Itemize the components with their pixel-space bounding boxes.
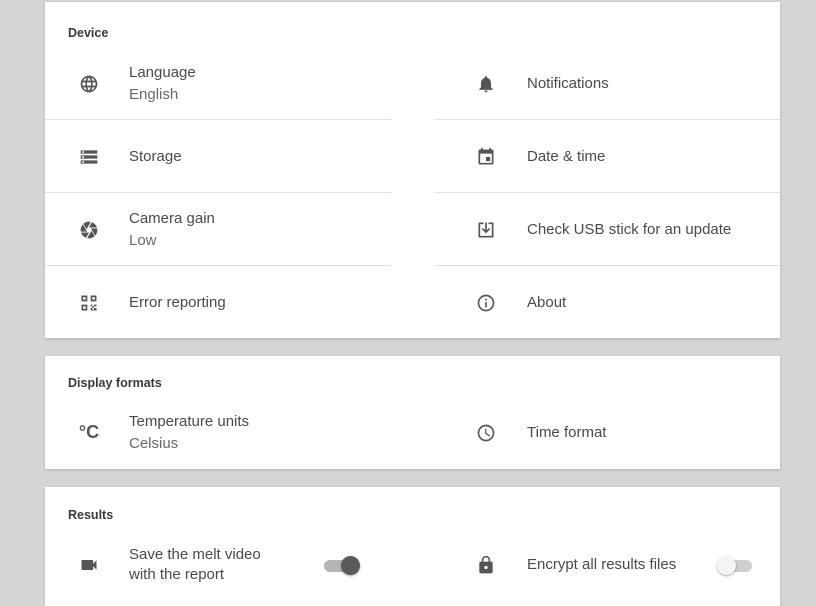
setting-encrypt-results[interactable]: Encrypt all results files: [434, 528, 780, 601]
save-melt-video-label-line2: with the report: [129, 565, 225, 583]
setting-temperature-units[interactable]: °C Temperature units Celsius: [45, 396, 391, 469]
video-camera-icon: [77, 553, 101, 577]
section-title-device: Device: [68, 26, 109, 40]
section-title-display-formats: Display formats: [68, 376, 162, 390]
setting-notifications[interactable]: Notifications: [434, 47, 780, 120]
setting-save-melt-video[interactable]: Save the melt video with the report: [45, 528, 391, 601]
qr-code-icon: [77, 291, 101, 315]
clock-icon: [474, 421, 498, 445]
date-time-label: Date & time: [527, 147, 606, 165]
language-value: English: [129, 85, 179, 103]
setting-storage[interactable]: Storage: [45, 120, 391, 193]
notifications-label: Notifications: [527, 74, 609, 92]
setting-usb-update[interactable]: Check USB stick for an update: [434, 193, 780, 266]
info-icon: [474, 291, 498, 315]
section-title-results: Results: [68, 508, 114, 522]
camera-gain-value: Low: [129, 231, 157, 249]
bell-icon: [474, 72, 498, 96]
temperature-units-value: Celsius: [129, 434, 179, 452]
setting-language[interactable]: Language English: [45, 47, 391, 120]
setting-camera-gain[interactable]: Camera gain Low: [45, 193, 391, 266]
download-box-icon: [474, 218, 498, 242]
celsius-icon: °C: [78, 422, 100, 442]
camera-gain-label: Camera gain: [129, 209, 215, 227]
camera-aperture-icon: [77, 218, 101, 242]
language-label: Language: [129, 63, 196, 81]
storage-label: Storage: [129, 147, 182, 165]
results-card: Results Save the melt video with the rep…: [45, 487, 780, 606]
storage-icon: [77, 145, 101, 169]
usb-update-label: Check USB stick for an update: [527, 220, 732, 238]
save-melt-video-label-line1: Save the melt video: [129, 545, 261, 563]
device-card: Device Language English Storage Camera g…: [45, 2, 780, 338]
error-reporting-label: Error reporting: [129, 293, 226, 311]
setting-date-time[interactable]: Date & time: [434, 120, 780, 193]
display-formats-card: Display formats °C Temperature units Cel…: [45, 356, 780, 469]
setting-about[interactable]: About: [434, 266, 780, 339]
lock-icon: [474, 553, 498, 577]
time-format-label: Time format: [527, 423, 607, 441]
setting-error-reporting[interactable]: Error reporting: [45, 266, 391, 339]
calendar-icon: [474, 145, 498, 169]
about-label: About: [527, 293, 567, 311]
temperature-units-label: Temperature units: [129, 412, 250, 430]
setting-time-format[interactable]: Time format: [434, 396, 780, 469]
encrypt-results-label: Encrypt all results files: [527, 555, 677, 573]
save-melt-video-toggle[interactable]: [324, 555, 360, 575]
globe-icon: [77, 72, 101, 96]
encrypt-results-toggle[interactable]: [717, 555, 754, 575]
